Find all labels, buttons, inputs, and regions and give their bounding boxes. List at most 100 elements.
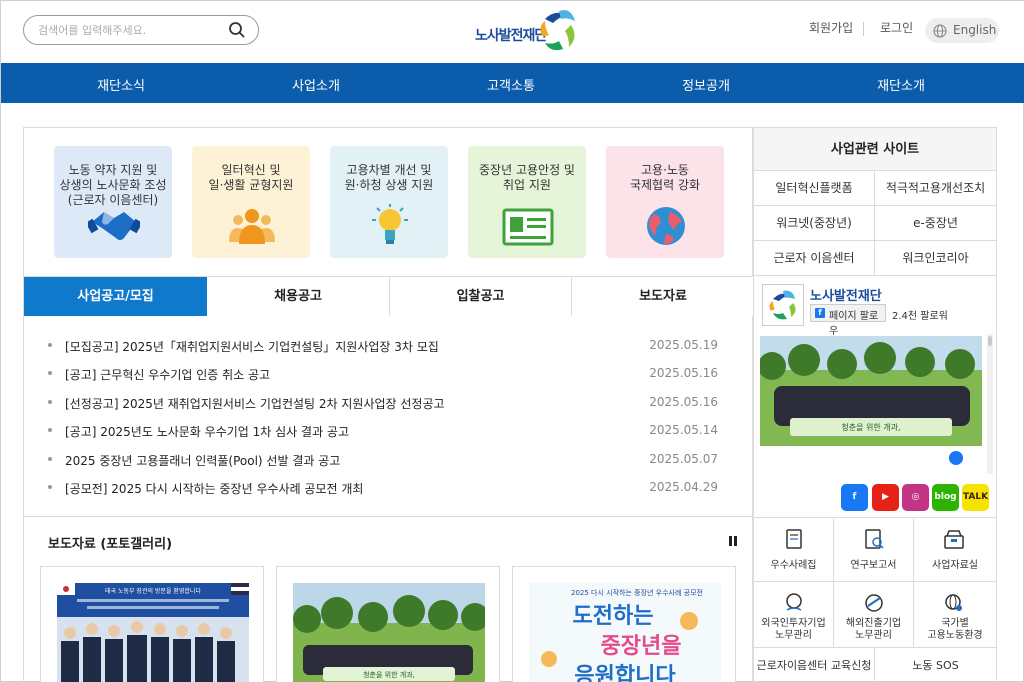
notice-title: [공고] 2025년도 노사문화 우수기업 1차 심사 결과 공고 xyxy=(65,425,349,439)
facebook-post-photo[interactable]: 청춘을 위한 개과, xyxy=(760,336,982,466)
press-gallery-title: 보도자료 (포토갤러리) xyxy=(48,537,173,552)
tab-business-notice[interactable]: 사업공고/모집 xyxy=(24,277,207,316)
kakaotalk-icon[interactable]: TALK xyxy=(962,484,989,511)
globe-small-icon xyxy=(933,24,947,38)
nav-item-disclosure[interactable]: 정보공개 xyxy=(656,75,756,94)
search-input[interactable] xyxy=(38,21,228,39)
sub-link-label: 사업자료실 xyxy=(932,560,978,571)
poster-line-3: 응원합니다 xyxy=(574,663,676,682)
lightbulb-icon xyxy=(372,204,408,244)
contest-poster-image: 2025 다시 시작하는 중장년 우수사례 공모전 도전하는 중장년을 응원합니… xyxy=(529,583,721,682)
globe-icon xyxy=(647,207,685,245)
pause-icon[interactable] xyxy=(728,535,738,547)
nav-item-business[interactable]: 사업소개 xyxy=(266,75,366,94)
logo-mark-icon xyxy=(769,290,796,320)
notice-item[interactable]: [공고] 근무혁신 우수기업 인증 취소 공고 2025.05.16 xyxy=(48,364,728,384)
press-photo-2[interactable]: 청춘을 위한 개과, xyxy=(276,566,500,682)
labor-sos-link[interactable]: 노동 SOS xyxy=(875,648,996,682)
sub-link-overseas[interactable]: 해외진출기업 노무관리 xyxy=(834,582,914,648)
press-photo-3[interactable]: 2025 다시 시작하는 중장년 우수사례 공모전 도전하는 중장년을 응원합니… xyxy=(512,566,736,682)
tab-press[interactable]: 보도자료 xyxy=(572,277,754,316)
sub-link-best-practices[interactable]: 우수사례집 xyxy=(754,518,834,582)
notice-item[interactable]: [공고] 2025년도 노사문화 우수기업 1차 심사 결과 공고 2025.0… xyxy=(48,421,728,441)
bullet xyxy=(48,428,52,432)
press-photo-1[interactable]: 태국 노동부 장관의 방문을 환영합니다 xyxy=(40,566,264,682)
tab-bidding[interactable]: 입찰공고 xyxy=(390,277,572,316)
sub-link-label: 우수사례집 xyxy=(770,560,817,571)
site-link-workplace-innovation[interactable]: 일터혁신플랫폼 xyxy=(754,171,875,206)
main-nav: 재단소식 사업소개 고객소통 정보공개 재단소개 xyxy=(1,63,1024,103)
notice-item[interactable]: [모집공고] 2025년「재취업지원서비스 기업컨설팅」지원사업장 3차 모집 … xyxy=(48,336,728,356)
search-box xyxy=(23,15,259,45)
card-label: 고용·노동 국제협력 강화 xyxy=(629,163,701,192)
sub-link-country-environment[interactable]: 국가별 고용노동환경 xyxy=(914,582,996,648)
signup-link[interactable]: 회원가입 xyxy=(809,19,853,36)
notice-date: 2025.05.16 xyxy=(649,395,718,409)
notice-item[interactable]: [선정공고] 2025년 재취업지원서비스 기업컨설팅 2차 지원사업장 선정공… xyxy=(48,393,728,413)
language-button[interactable]: English xyxy=(925,18,999,43)
archive-icon xyxy=(944,530,964,549)
foreign-invest-icon xyxy=(786,593,802,611)
facebook-icon: f xyxy=(815,308,825,318)
sub-link-research[interactable]: 연구보고서 xyxy=(834,518,914,582)
sub-link-label: 연구보고서 xyxy=(850,560,897,571)
photo-banner-text: 청춘을 위한 개과, xyxy=(363,670,415,679)
notice-title: [공모전] 2025 다시 시작하는 중장년 우수사례 공모전 개최 xyxy=(65,482,364,496)
poster-top-text: 2025 다시 시작하는 중장년 우수사례 공모전 xyxy=(571,588,703,597)
business-card-discrimination[interactable]: 고용차별 개선 및 원·하청 상생 지원 xyxy=(330,146,448,258)
logo-mark-icon xyxy=(540,10,575,51)
business-card-worklife[interactable]: 일터혁신 및 일·생활 균형지원 xyxy=(192,146,310,258)
main-content: 노동 약자 지원 및 상생의 노사문화 조성 (근로자 이음센터) 일터혁신 및… xyxy=(23,127,754,682)
facebook-page-logo[interactable] xyxy=(762,284,804,326)
delegation-photo-image: 태국 노동부 장관의 방문을 환영합니다 xyxy=(57,583,249,682)
tab-recruitment[interactable]: 채용공고 xyxy=(207,277,390,316)
facebook-page-name[interactable]: 노사발전재단 xyxy=(810,285,882,304)
bullet xyxy=(48,485,52,489)
site-link-e-midcareer[interactable]: e-중장년 xyxy=(875,206,996,241)
language-label: English xyxy=(953,23,997,37)
site-link-worker-center[interactable]: 근로자 이음센터 xyxy=(754,241,875,276)
follow-page-button[interactable]: f 페이지 팔로우 xyxy=(810,304,886,337)
divider xyxy=(863,22,864,36)
youtube-icon[interactable]: ▶ xyxy=(872,484,899,511)
sub-link-label: 외국인투자기업 노무관리 xyxy=(761,618,826,641)
login-link[interactable]: 로그인 xyxy=(880,19,913,36)
business-card-international[interactable]: 고용·노동 국제협력 강화 xyxy=(606,146,724,258)
scroll-thumb[interactable] xyxy=(988,336,992,346)
logo[interactable]: 노사발전재단 xyxy=(475,7,579,55)
business-card-midcareer[interactable]: 중장년 고용안정 및 취업 지원 xyxy=(468,146,586,258)
notice-item[interactable]: [공모전] 2025 다시 시작하는 중장년 우수사례 공모전 개최 2025.… xyxy=(48,478,728,498)
follow-label: 페이지 팔로우 xyxy=(829,311,879,337)
related-sites-title: 사업관련 사이트 xyxy=(754,128,996,171)
follower-count: 2.4천 팔로워 xyxy=(892,311,948,322)
notice-item[interactable]: 2025 중장년 고용플래너 인력풀(Pool) 선발 결과 공고 2025.0… xyxy=(48,450,728,470)
facebook-icon[interactable]: f xyxy=(841,484,868,511)
poster-line-1: 도전하는 xyxy=(573,604,654,629)
bullet xyxy=(48,343,52,347)
sub-link-label: 국가별 고용노동환경 xyxy=(927,618,983,641)
sub-link-foreign-invest[interactable]: 외국인투자기업 노무관리 xyxy=(754,582,834,648)
card-label: 노동 약자 지원 및 상생의 노사문화 조성 (근로자 이음센터) xyxy=(59,163,167,207)
country-globe-icon xyxy=(945,594,962,611)
facebook-scrollbar[interactable] xyxy=(987,334,993,474)
logo-text: 노사발전재단 xyxy=(475,28,547,44)
notice-date: 2025.05.14 xyxy=(649,423,718,437)
site-link-affirmative-action[interactable]: 적극적고용개선조치 xyxy=(875,171,996,206)
sub-link-archive[interactable]: 사업자료실 xyxy=(914,518,996,582)
poster-line-2: 중장년을 xyxy=(601,634,682,659)
id-card-icon xyxy=(502,208,554,246)
sub-link-label: 해외진출기업 노무관리 xyxy=(845,618,902,641)
instagram-icon[interactable]: ◎ xyxy=(902,484,929,511)
education-apply-link[interactable]: 근로자이음센터 교육신청 xyxy=(754,648,875,682)
card-label: 고용차별 개선 및 원·하청 상생 지원 xyxy=(344,163,434,192)
notice-date: 2025.04.29 xyxy=(649,480,718,494)
blog-icon[interactable]: blog xyxy=(932,484,959,511)
site-link-worknet[interactable]: 워크넷(중장년) xyxy=(754,206,875,241)
business-card-labor[interactable]: 노동 약자 지원 및 상생의 노사문화 조성 (근로자 이음센터) xyxy=(54,146,172,258)
nav-item-news[interactable]: 재단소식 xyxy=(71,75,171,94)
search-icon[interactable] xyxy=(228,21,246,39)
photo-banner-text: 청춘을 위한 개과, xyxy=(841,422,900,432)
nav-item-about[interactable]: 재단소개 xyxy=(851,75,951,94)
site-link-work-in-korea[interactable]: 워크인코리아 xyxy=(875,241,996,276)
nav-item-customer[interactable]: 고객소통 xyxy=(461,75,561,94)
